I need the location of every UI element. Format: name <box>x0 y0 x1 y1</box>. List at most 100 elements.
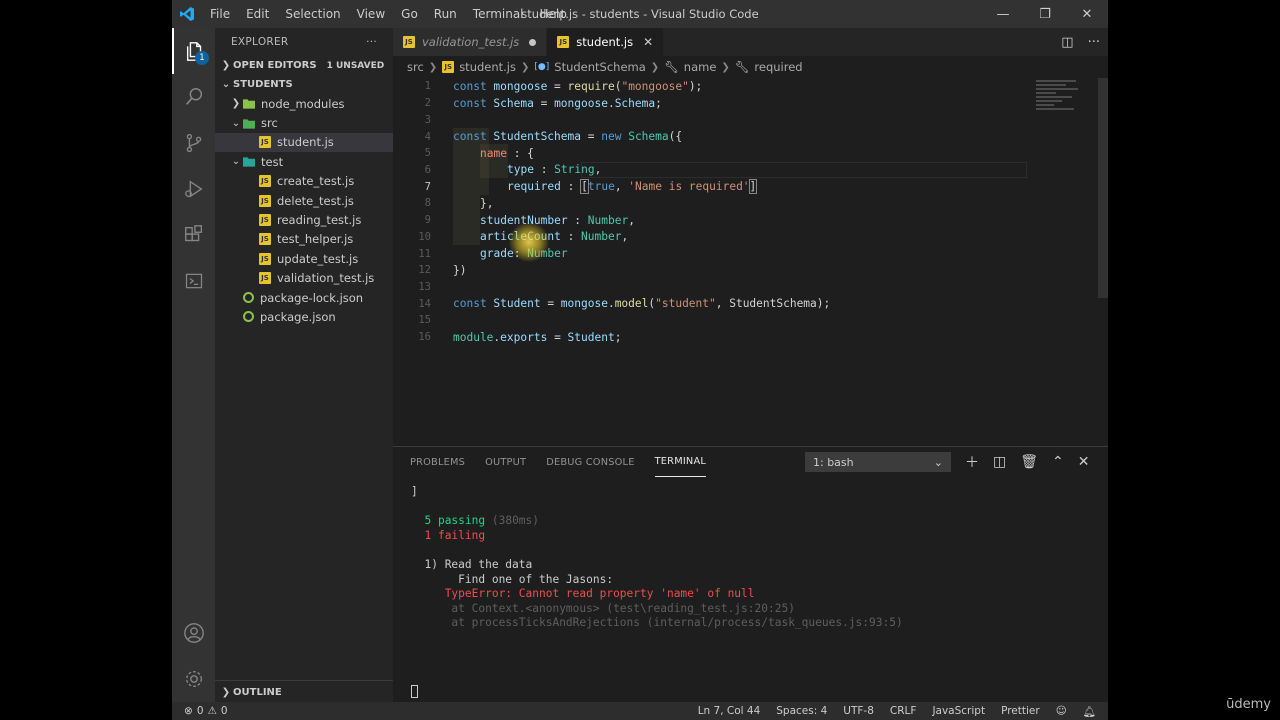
code-editor[interactable]: 1 const mongoose = require("mongoose"); … <box>393 78 1108 346</box>
accounts-button[interactable] <box>172 610 215 656</box>
tree-item[interactable]: ⌄ test <box>215 152 393 171</box>
close-window-button[interactable]: ✕ <box>1066 0 1108 28</box>
code-text: const mongoose = require("mongoose"); <box>453 79 703 93</box>
source-control-activity-button[interactable] <box>172 120 215 166</box>
chevron-down-icon: ⌄ <box>933 455 943 469</box>
tab-problems[interactable]: PROBLEMS <box>410 447 465 477</box>
terminal-line: 1 failing <box>424 528 486 542</box>
tree-item[interactable]: package.json <box>215 307 393 326</box>
problems-status[interactable]: ⊗ 0 ⚠︎ 0 <box>172 705 228 717</box>
end-of-line[interactable]: CRLF <box>890 705 917 717</box>
menu-go[interactable]: Go <box>393 7 426 21</box>
account-icon <box>183 623 204 643</box>
feedback-icon[interactable]: ☺ <box>1056 705 1067 717</box>
split-editor-icon[interactable]: ◫ <box>1061 35 1073 50</box>
explorer-activity-button[interactable]: 1 <box>172 28 215 74</box>
encoding[interactable]: UTF-8 <box>843 705 874 717</box>
tree-item[interactable]: JS create_test.js <box>215 172 393 191</box>
error-icon: ⊗ <box>184 705 193 717</box>
more-actions-icon[interactable]: ··· <box>1088 35 1100 50</box>
menu-file[interactable]: File <box>202 7 238 21</box>
menu-view[interactable]: View <box>349 7 393 21</box>
restore-button[interactable]: ❐ <box>1024 0 1066 28</box>
split-terminal-icon[interactable]: ◫ <box>993 454 1006 470</box>
tree-item-label: package-lock.json <box>260 290 364 305</box>
file-tree: ❯ node_modules ⌄ src JS student.js ⌄ test JS crea… <box>215 94 393 327</box>
chevron-right-icon: ❯ <box>428 61 438 73</box>
trash-icon[interactable]: 🗑︎ <box>1020 454 1038 470</box>
run-debug-activity-button[interactable] <box>172 166 215 212</box>
editor-scrollbar[interactable] <box>1098 78 1108 298</box>
terminal-line: at Context.<anonymous> (test\reading_tes… <box>451 601 795 615</box>
editor-actions: ◫ ··· <box>1061 28 1100 56</box>
close-panel-icon[interactable]: ✕ <box>1078 454 1090 470</box>
students-folder-section[interactable]: ⌄ STUDENTS <box>215 75 393 94</box>
minimize-button[interactable]: — <box>982 0 1024 28</box>
breadcrumb-item[interactable]: required <box>754 60 802 74</box>
line-number: 7 <box>424 180 431 193</box>
breadcrumb-item[interactable]: name <box>684 60 717 74</box>
language-mode[interactable]: JavaScript <box>932 705 985 717</box>
chevron-down-icon: ⌄ <box>231 117 241 129</box>
tree-item[interactable]: ❯ node_modules <box>215 94 393 113</box>
editor-tabs: JS validation_test.js JS student.js ✕ ◫ … <box>393 28 1108 56</box>
tree-item-label: src <box>261 116 278 131</box>
tab-output[interactable]: OUTPUT <box>485 447 526 477</box>
minimap[interactable] <box>1036 78 1098 138</box>
chevron-up-icon[interactable]: ⌃ <box>1052 454 1064 470</box>
menu-selection[interactable]: Selection <box>277 7 348 21</box>
tab-terminal[interactable]: TERMINAL <box>654 447 707 477</box>
remote-explorer-activity-button[interactable] <box>172 258 215 304</box>
folder-icon <box>243 156 255 168</box>
formatter[interactable]: Prettier <box>1001 705 1040 717</box>
bell-icon[interactable]: 🔔︎ <box>1083 705 1096 718</box>
code-text: type : String, <box>507 163 602 177</box>
close-tab-icon[interactable]: ✕ <box>643 35 653 49</box>
explorer-sidebar: EXPLORER ··· ❯ OPEN EDITORS 1 UNSAVED ⌄ … <box>215 28 393 702</box>
extensions-activity-button[interactable] <box>172 212 215 258</box>
terminal-output[interactable]: ] 5 passing (380ms) 1 failing 1) Read th… <box>411 485 903 631</box>
plus-icon[interactable]: ＋ <box>965 452 979 472</box>
js-file-icon: JS <box>259 272 271 285</box>
terminal-select[interactable]: 1: bash ⌄ <box>805 452 951 472</box>
tree-item-label: validation_test.js <box>277 271 375 286</box>
tree-item[interactable]: JS delete_test.js <box>215 191 393 210</box>
tab-label: student.js <box>576 35 634 49</box>
tree-item[interactable]: JS test_helper.js <box>215 230 393 249</box>
menu-terminal[interactable]: Terminal <box>465 7 532 21</box>
unsaved-dot-icon[interactable] <box>529 38 537 46</box>
line-number: 9 <box>424 214 431 227</box>
tree-item-label: create_test.js <box>277 174 355 189</box>
more-actions-icon[interactable]: ··· <box>366 36 377 48</box>
tree-item[interactable]: JS update_test.js <box>215 249 393 268</box>
cursor-position[interactable]: Ln 7, Col 44 <box>698 705 761 717</box>
code-text: required : [true, 'Name is required'] <box>507 179 758 195</box>
code-line: 1 const mongoose = require("mongoose"); <box>393 78 1108 95</box>
tree-item[interactable]: package-lock.json <box>215 288 393 307</box>
menu-run[interactable]: Run <box>426 7 465 21</box>
tree-item[interactable]: JS reading_test.js <box>215 210 393 229</box>
breadcrumb-item[interactable]: src <box>407 60 424 74</box>
tree-item[interactable]: JS student.js <box>215 132 393 153</box>
tab-debug-console[interactable]: DEBUG CONSOLE <box>546 447 634 477</box>
breadcrumb-item[interactable]: student.js <box>459 60 516 74</box>
code-line: 16 module.exports = Student; <box>393 329 1108 346</box>
mouse-cursor-highlight <box>509 222 549 262</box>
tab-student-js[interactable]: JS student.js ✕ <box>547 28 665 56</box>
open-editors-section[interactable]: ❯ OPEN EDITORS 1 UNSAVED <box>215 56 393 75</box>
outline-section[interactable]: ❯ OUTLINE <box>215 680 393 702</box>
menu-edit[interactable]: Edit <box>238 7 277 21</box>
manage-button[interactable] <box>172 656 215 702</box>
menu-help[interactable]: Help <box>532 7 575 21</box>
search-activity-button[interactable] <box>172 74 215 120</box>
tree-item[interactable]: ⌄ src <box>215 113 393 132</box>
line-number: 14 <box>418 297 431 310</box>
terminal-select-value: 1: bash <box>813 455 854 469</box>
indentation[interactable]: Spaces: 4 <box>776 705 827 717</box>
breadcrumb-item[interactable]: StudentSchema <box>554 60 646 74</box>
code-text: const Student = mongose.model("student",… <box>453 297 831 311</box>
terminal-line: 1) Read the data <box>424 557 533 571</box>
tab-validation-test[interactable]: JS validation_test.js <box>393 28 548 56</box>
tree-item[interactable]: JS validation_test.js <box>215 269 393 288</box>
gear-icon <box>185 670 202 688</box>
